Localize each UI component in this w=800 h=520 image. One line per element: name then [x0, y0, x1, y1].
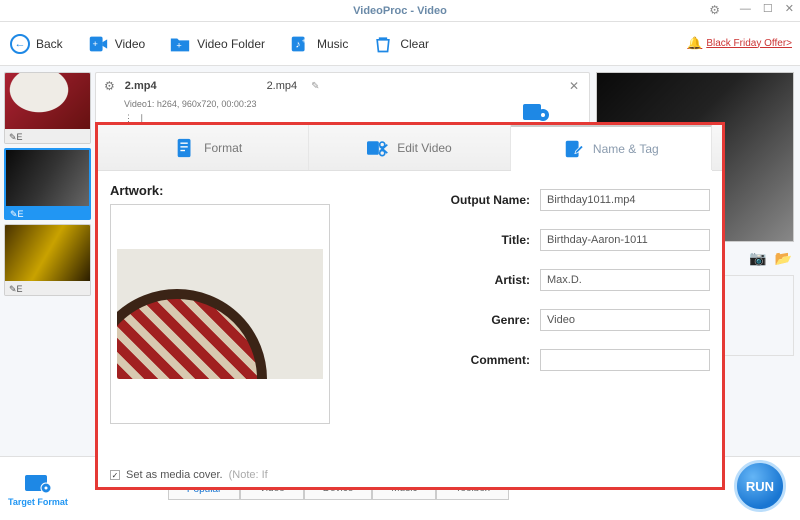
- main-toolbar: ← Back + Video + Video Folder ♪+ Music C…: [0, 22, 800, 66]
- thumbnail: [6, 150, 89, 206]
- back-label: Back: [36, 37, 63, 51]
- app-title: VideoProc - Video: [353, 5, 447, 17]
- add-video-folder-button[interactable]: + Video Folder: [169, 33, 265, 55]
- target-format-icon: [23, 471, 53, 495]
- video-file-icon: +: [87, 33, 109, 55]
- promo-link[interactable]: 🔔 Black Friday Offer>: [687, 36, 792, 50]
- artwork-column: Artwork:: [110, 183, 340, 424]
- edit-scissors-icon: [367, 137, 389, 159]
- open-folder-icon[interactable]: 📂: [775, 250, 792, 267]
- back-button[interactable]: ← Back: [10, 34, 63, 54]
- clear-label: Clear: [400, 37, 429, 51]
- metadata-form: Output Name: Title: Artist: Genre: Comme…: [352, 183, 710, 424]
- tab-name-tag-label: Name & Tag: [593, 142, 659, 156]
- thumb-edit-icon[interactable]: ✎ E: [5, 129, 90, 144]
- comment-input[interactable]: [540, 349, 710, 371]
- maximize-icon[interactable]: ☐: [763, 2, 773, 15]
- promo-label: Black Friday Offer>: [706, 38, 792, 49]
- thumb-edit-icon[interactable]: ✎ E: [5, 281, 90, 296]
- item-filename: 2.mp4: [125, 80, 157, 92]
- tab-format-label: Format: [204, 141, 242, 155]
- list-item[interactable]: ✎ E: [4, 72, 91, 144]
- artist-label: Artist:: [495, 273, 530, 287]
- tab-format[interactable]: Format: [108, 125, 309, 170]
- panel-tabs: Format Edit Video Name & Tag: [98, 125, 722, 171]
- list-item[interactable]: ✎ E: [4, 148, 91, 220]
- snapshot-camera-icon[interactable]: 📷: [749, 250, 766, 267]
- list-item[interactable]: ✎ E: [4, 224, 91, 296]
- title-input[interactable]: [540, 229, 710, 251]
- item-output-name: 2.mp4: [267, 80, 298, 92]
- item-video-info: Video1: h264, 960x720, 00:00:23: [96, 99, 589, 113]
- title-row: Title:: [352, 229, 710, 251]
- genre-row: Genre:: [352, 309, 710, 331]
- set-cover-label: Set as media cover.: [126, 469, 223, 481]
- svg-text:♪: ♪: [295, 39, 300, 50]
- genre-label: Genre:: [491, 313, 530, 327]
- artwork-pie-graphic: [117, 289, 267, 379]
- codec-gear-icon[interactable]: [523, 101, 549, 123]
- artist-row: Artist:: [352, 269, 710, 291]
- target-format-label: Target Format: [8, 497, 68, 507]
- remove-item-icon[interactable]: ✕: [569, 79, 579, 93]
- source-list: ✎ E ✎ E ✎ E: [0, 66, 95, 456]
- artwork-heading: Artwork:: [110, 183, 340, 198]
- artwork-frame[interactable]: [110, 204, 330, 424]
- video-label: Video: [115, 37, 145, 51]
- music-note-icon: ♪+: [289, 33, 311, 55]
- artwork-image: [117, 249, 323, 379]
- run-label: RUN: [746, 479, 774, 494]
- video-folder-label: Video Folder: [197, 37, 265, 51]
- thumbnail: [5, 73, 90, 129]
- minimize-icon[interactable]: —: [740, 3, 751, 15]
- item-settings-icon[interactable]: ⚙: [104, 79, 115, 93]
- item-header: ⚙ 2.mp4 2.mp4 ✎ ✕: [96, 73, 589, 99]
- run-button[interactable]: RUN: [734, 460, 786, 512]
- set-cover-note: (Note: If: [229, 469, 268, 481]
- tab-edit-video-label: Edit Video: [397, 141, 452, 155]
- close-icon[interactable]: ✕: [785, 2, 794, 15]
- checkbox-icon: [110, 470, 120, 480]
- output-name-input[interactable]: [540, 189, 710, 211]
- thumb-edit-icon[interactable]: ✎ E: [6, 206, 89, 220]
- thumbnail: [5, 225, 90, 281]
- name-tag-panel: Format Edit Video Name & Tag Artwork:: [95, 122, 725, 490]
- svg-text:+: +: [177, 40, 182, 50]
- panel-body: Artwork: Output Name: Title: Artist: Ge: [98, 171, 722, 436]
- add-music-button[interactable]: ♪+ Music: [289, 33, 348, 55]
- title-label: Title:: [502, 233, 530, 247]
- svg-text:+: +: [302, 36, 306, 45]
- artist-input[interactable]: [540, 269, 710, 291]
- tag-pencil-icon: [563, 138, 585, 160]
- add-video-button[interactable]: + Video: [87, 33, 145, 55]
- output-name-label: Output Name:: [451, 193, 530, 207]
- titlebar: VideoProc - Video ⚙ — ☐ ✕: [0, 0, 800, 22]
- tab-edit-video[interactable]: Edit Video: [309, 125, 510, 170]
- clear-button[interactable]: Clear: [372, 33, 429, 55]
- output-name-row: Output Name:: [352, 189, 710, 211]
- trash-icon: [372, 33, 394, 55]
- genre-input[interactable]: [540, 309, 710, 331]
- bell-icon: 🔔: [687, 36, 702, 50]
- target-format-button[interactable]: Target Format: [8, 471, 68, 507]
- folder-icon: +: [169, 33, 191, 55]
- comment-row: Comment:: [352, 349, 710, 371]
- back-arrow-icon: ←: [10, 34, 30, 54]
- rename-pencil-icon[interactable]: ✎: [311, 81, 319, 92]
- settings-gear-icon[interactable]: ⚙: [709, 3, 720, 17]
- comment-label: Comment:: [471, 353, 530, 367]
- svg-text:+: +: [92, 38, 97, 48]
- music-label: Music: [317, 37, 348, 51]
- tab-name-tag[interactable]: Name & Tag: [511, 125, 712, 170]
- format-file-icon: [174, 137, 196, 159]
- set-cover-checkbox[interactable]: Set as media cover. (Note: If: [110, 469, 268, 481]
- window-controls: — ☐ ✕: [740, 2, 794, 15]
